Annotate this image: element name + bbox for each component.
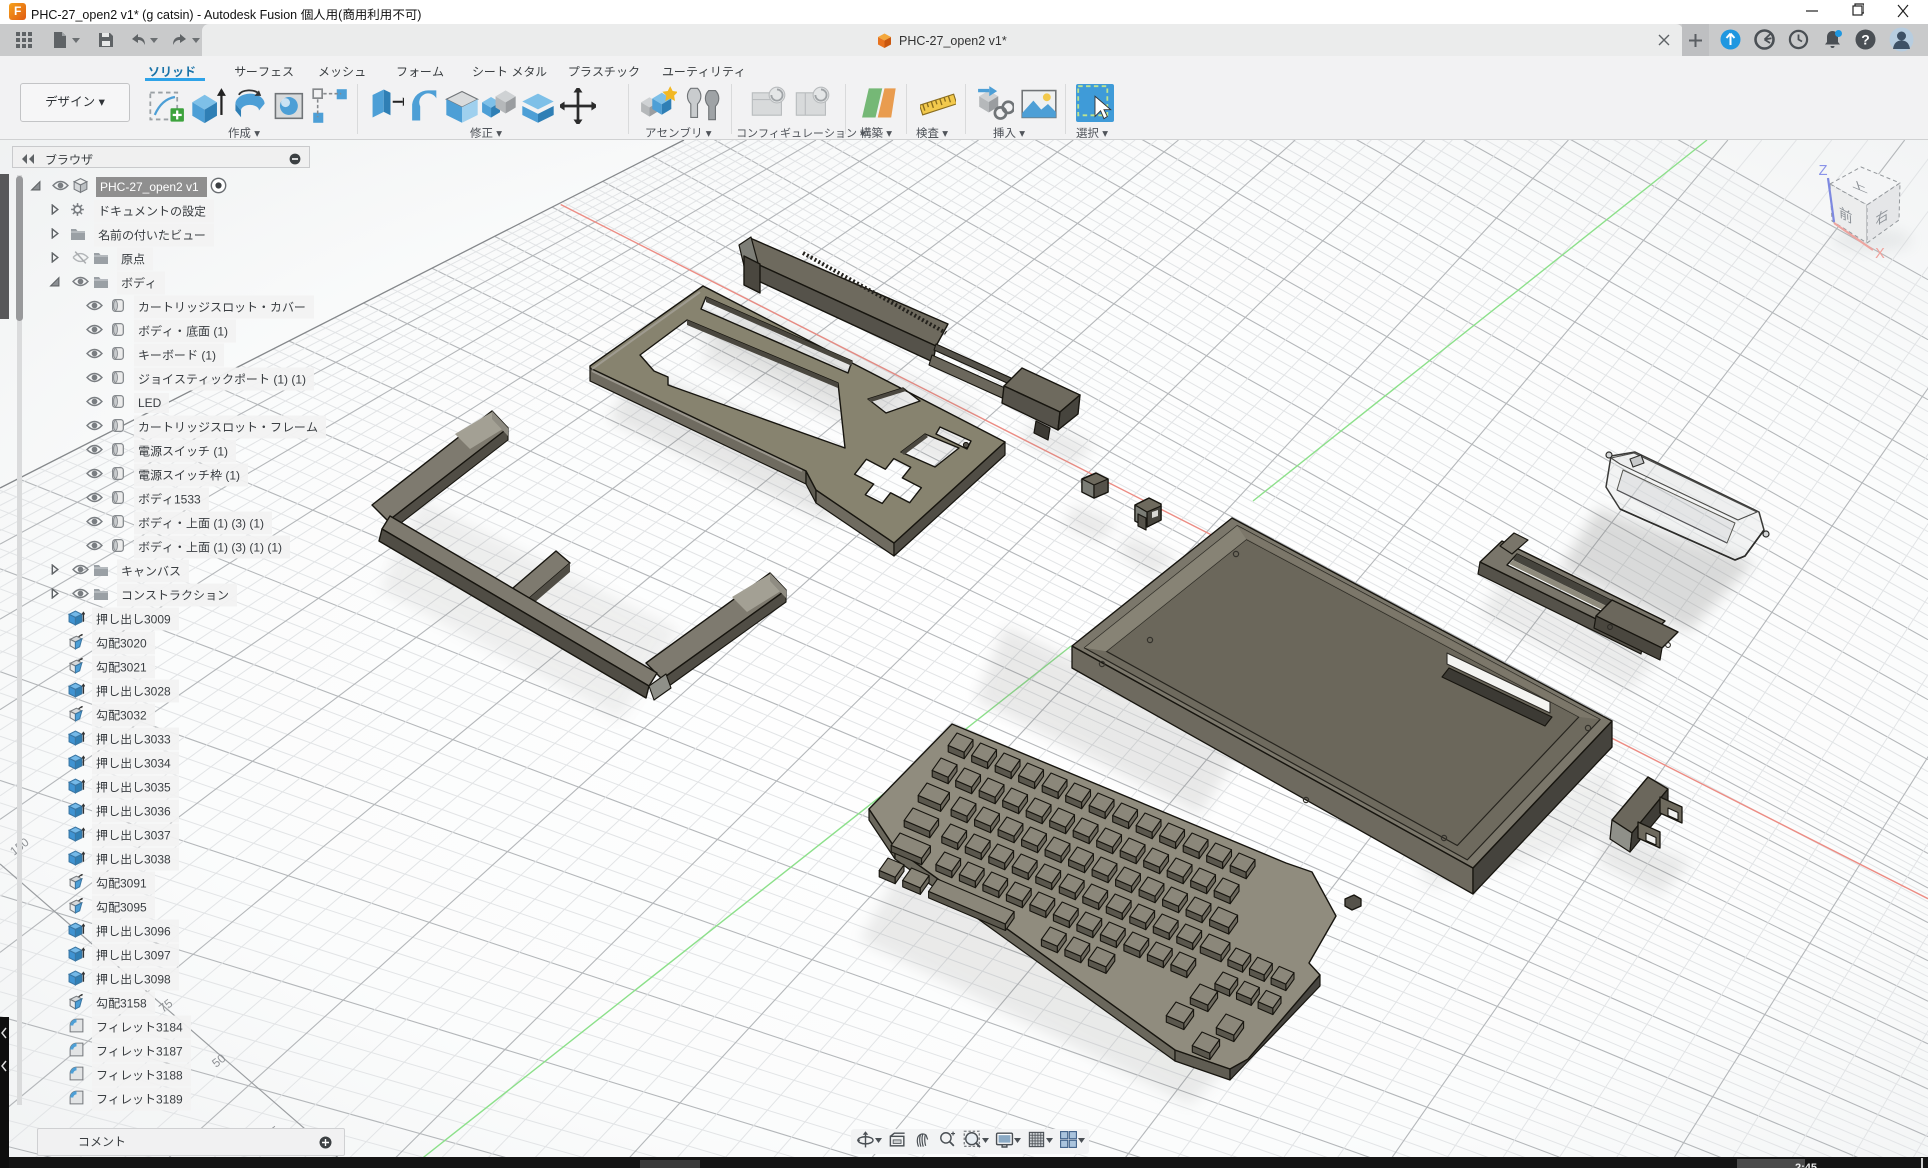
svg-text:Z: Z [1819, 163, 1828, 179]
svg-text:X: X [1875, 246, 1885, 262]
svg-text:?: ? [1861, 32, 1870, 48]
